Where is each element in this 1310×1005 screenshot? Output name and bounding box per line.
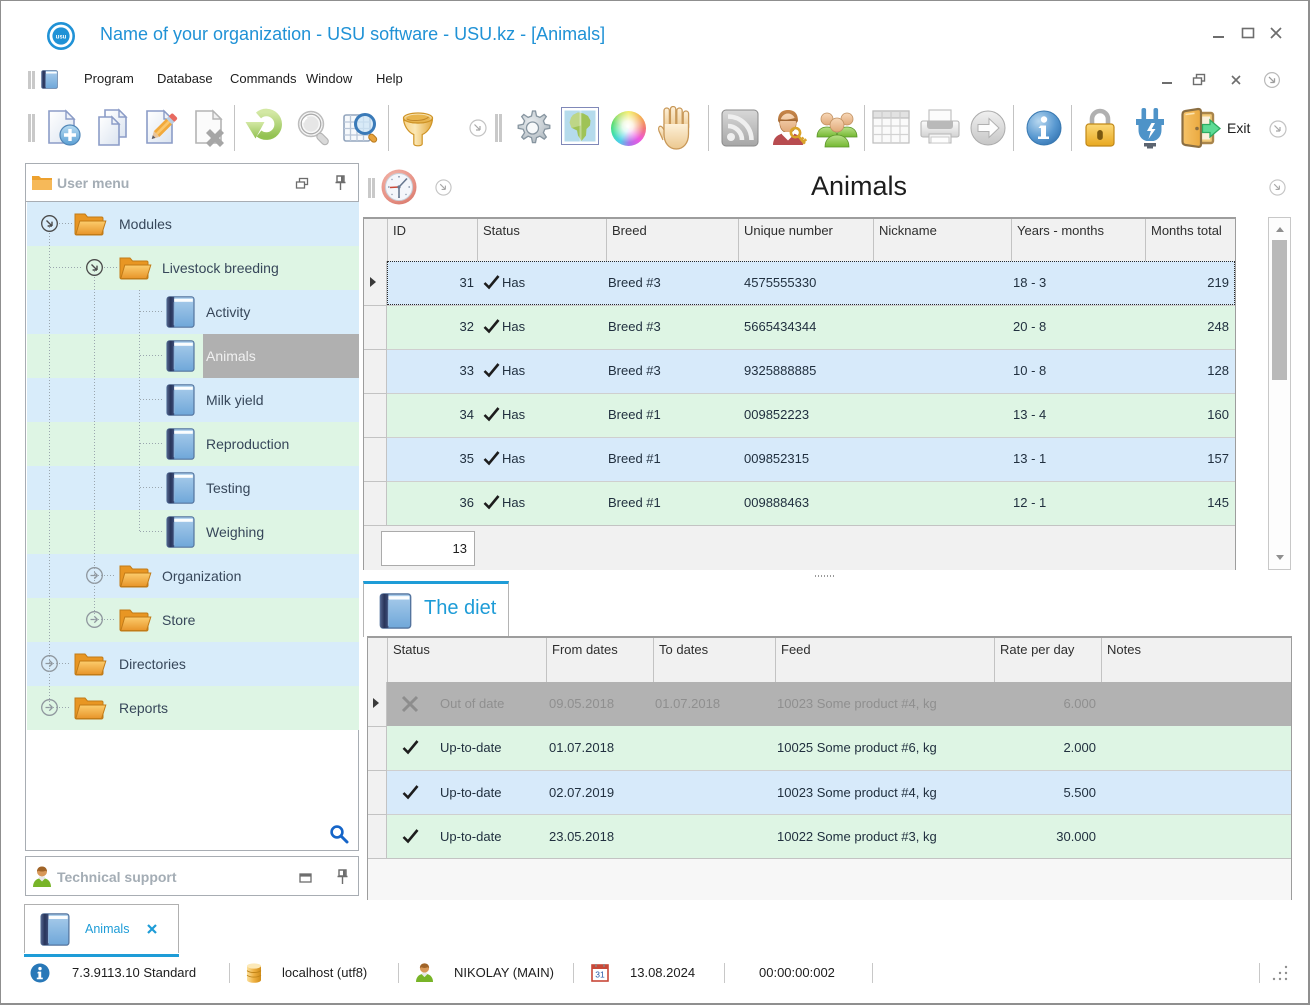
svg-text:usu: usu [56,35,67,41]
svg-text:31: 31 [595,970,605,980]
